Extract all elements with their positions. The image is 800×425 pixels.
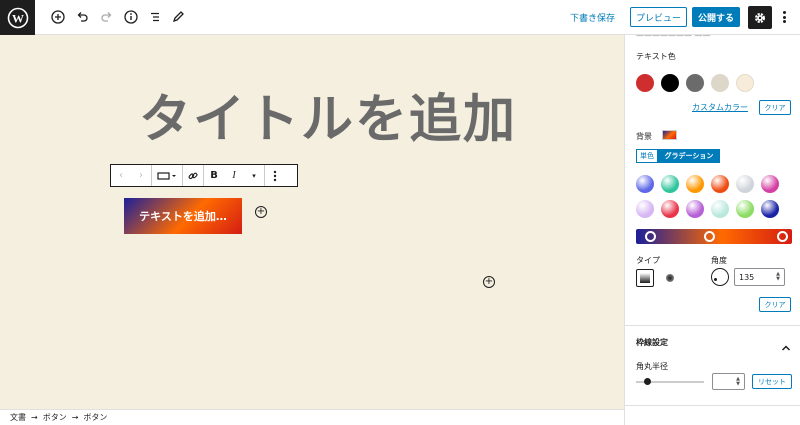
- chevron-up-icon[interactable]: [781, 337, 791, 351]
- move-right-icon[interactable]: ›: [131, 165, 151, 186]
- add-block-icon[interactable]: [49, 8, 67, 26]
- gear-icon: [755, 12, 765, 23]
- top-toolbar: W 下書き保存 プレビュー 公開する: [0, 0, 800, 35]
- bold-button[interactable]: B: [204, 165, 224, 186]
- gradient-bar[interactable]: [636, 229, 792, 244]
- corner-radius-input[interactable]: ▲ ▼: [712, 373, 745, 390]
- clear-gradient-button[interactable]: クリア: [759, 297, 791, 312]
- preview-button[interactable]: プレビュー: [630, 7, 687, 27]
- gradient-preset-swatch[interactable]: [761, 175, 779, 193]
- color-swatch[interactable]: [661, 74, 679, 92]
- type-label: タイプ: [636, 256, 660, 265]
- breadcrumb-button[interactable]: ボタン: [83, 412, 107, 423]
- gradient-preset-swatch[interactable]: [661, 175, 679, 193]
- color-swatch[interactable]: [711, 74, 729, 92]
- angle-input[interactable]: 135 ▲ ▼: [734, 268, 785, 286]
- block-options-icon[interactable]: [265, 165, 285, 186]
- text-color-label: テキスト色: [636, 52, 676, 61]
- block-toolbar: ‹ › B I ▾: [110, 164, 298, 187]
- breadcrumb-buttons[interactable]: ボタン: [43, 412, 67, 423]
- gradient-preset-swatch[interactable]: [736, 175, 754, 193]
- button-style-icon[interactable]: [152, 165, 182, 186]
- gradient-preset-swatch[interactable]: [711, 175, 729, 193]
- post-title-input[interactable]: タイトルを追加: [139, 77, 517, 152]
- angle-dial[interactable]: [711, 268, 729, 286]
- color-swatch[interactable]: [736, 74, 754, 92]
- gradient-preset-swatch[interactable]: [736, 200, 754, 218]
- gradient-preset-swatch[interactable]: [686, 200, 704, 218]
- corner-radius-slider-thumb[interactable]: [644, 378, 651, 385]
- border-settings-heading[interactable]: 枠線設定: [636, 337, 668, 348]
- breadcrumb-document[interactable]: 文書: [10, 412, 26, 423]
- gradient-preset-swatch[interactable]: [686, 175, 704, 193]
- breadcrumb-separator: →: [71, 413, 79, 422]
- add-block-inline-icon[interactable]: +: [483, 276, 495, 288]
- italic-button[interactable]: I: [224, 165, 244, 186]
- gradient-button-block[interactable]: テキストを追加…: [124, 198, 242, 234]
- corner-radius-label: 角丸半径: [636, 362, 668, 371]
- gradient-preset-swatch[interactable]: [761, 200, 779, 218]
- publish-button[interactable]: 公開する: [692, 7, 740, 27]
- move-left-icon[interactable]: ‹: [111, 165, 131, 186]
- clear-text-color-button[interactable]: クリア: [759, 100, 791, 115]
- angle-label: 角度: [711, 256, 727, 265]
- svg-text:W: W: [12, 11, 24, 25]
- settings-button[interactable]: [748, 6, 772, 29]
- color-settings-heading: ——————— ——: [636, 35, 711, 40]
- wordpress-logo-icon[interactable]: W: [0, 0, 35, 35]
- gradient-preset-swatch[interactable]: [711, 200, 729, 218]
- gradient-preset-swatch[interactable]: [661, 200, 679, 218]
- linear-gradient-type-icon[interactable]: [636, 269, 654, 287]
- more-options-icon[interactable]: [778, 8, 790, 26]
- gradient-stop-handle[interactable]: [645, 231, 656, 242]
- divider: [625, 325, 800, 326]
- angle-spinner-icon[interactable]: ▲ ▼: [776, 272, 780, 282]
- info-icon[interactable]: [122, 8, 140, 26]
- divider: [625, 405, 800, 406]
- pencil-icon[interactable]: [169, 8, 187, 26]
- angle-value: 135: [739, 272, 755, 282]
- color-swatch[interactable]: [686, 74, 704, 92]
- gradient-preset-swatch[interactable]: [636, 200, 654, 218]
- list-view-icon[interactable]: [146, 8, 164, 26]
- radius-spinner-icon[interactable]: ▲ ▼: [736, 377, 740, 387]
- background-preview-swatch: [662, 130, 677, 140]
- radial-gradient-type-icon[interactable]: [661, 269, 679, 287]
- undo-icon[interactable]: [73, 8, 91, 26]
- solid-tab[interactable]: 単色: [636, 149, 658, 163]
- color-swatch[interactable]: [636, 74, 654, 92]
- add-button-icon[interactable]: +: [255, 206, 267, 218]
- settings-sidebar: ——————— —— テキスト色 カスタムカラー クリア 背景 単色 グラデーシ…: [624, 35, 800, 425]
- breadcrumb-separator: →: [31, 413, 38, 422]
- link-icon[interactable]: [183, 165, 203, 186]
- more-formatting-icon[interactable]: ▾: [244, 165, 264, 186]
- save-draft-button[interactable]: 下書き保存: [570, 11, 615, 24]
- redo-icon[interactable]: [98, 8, 116, 26]
- custom-color-link[interactable]: カスタムカラー: [692, 102, 748, 113]
- gradient-stop-handle[interactable]: [777, 231, 788, 242]
- reset-button[interactable]: リセット: [752, 374, 792, 389]
- gradient-tab[interactable]: グラデーション: [658, 149, 720, 163]
- background-label: 背景: [636, 132, 652, 141]
- breadcrumb: 文書 → ボタン → ボタン: [0, 409, 624, 425]
- gradient-preset-swatch[interactable]: [636, 175, 654, 193]
- gradient-stop-handle[interactable]: [704, 231, 715, 242]
